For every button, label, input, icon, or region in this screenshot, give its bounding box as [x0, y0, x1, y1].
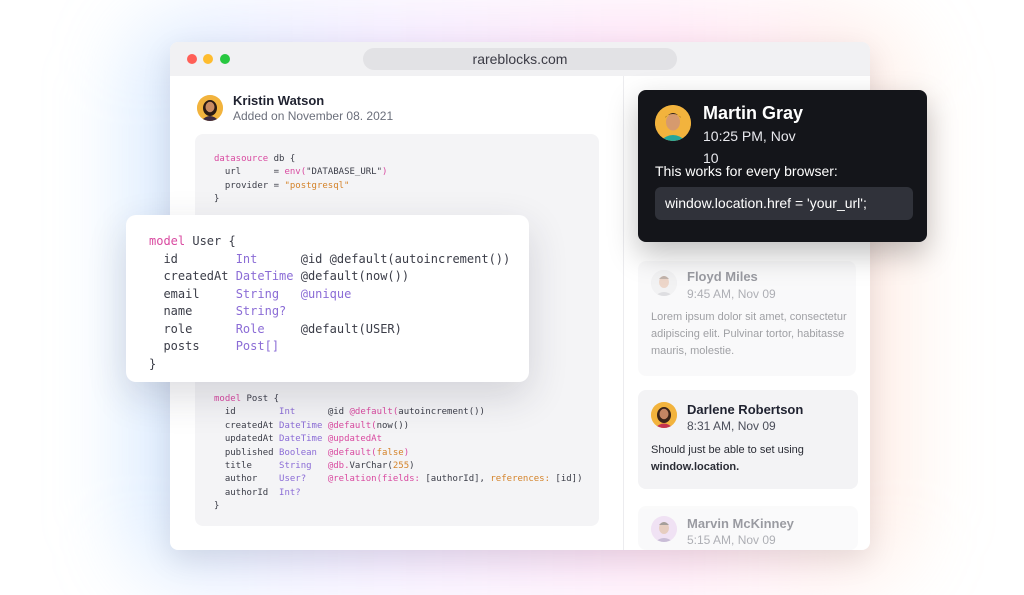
- code-line: role Role @default(USER): [149, 321, 402, 336]
- code-line: url = env("DATABASE_URL"): [214, 167, 388, 178]
- code-line: author User? @relation(fields: [authorId…: [214, 474, 583, 485]
- code-line: createdAt DateTime @default(now()): [149, 269, 410, 283]
- code-line: datasource db {: [214, 154, 296, 164]
- darlene-message: Should just be able to set using window.…: [651, 442, 851, 476]
- post-author-name: Kristin Watson: [233, 93, 325, 108]
- kristin-avatar: [197, 95, 223, 121]
- close-window-button[interactable]: [187, 54, 197, 64]
- darlene-message-code: window.location.: [651, 461, 740, 473]
- maximize-window-button[interactable]: [220, 54, 230, 64]
- code-line: authorId Int?: [214, 487, 301, 498]
- code-line: id Int @id @default(autoincrement()): [214, 407, 485, 418]
- martin-avatar: [655, 105, 691, 141]
- code-line: title String @db.VarChar(255): [214, 461, 415, 472]
- darlene-avatar: [651, 402, 677, 428]
- active-comment-card[interactable]: Martin Gray 10:25 PM, Nov 10 This works …: [638, 90, 927, 242]
- darlene-name: Darlene Robertson: [687, 402, 804, 417]
- marvin-name: Marvin McKinney: [687, 516, 794, 531]
- code-line: updatedAt DateTime @updatedAt: [214, 434, 382, 445]
- martin-message: This works for every browser:: [655, 163, 838, 179]
- code-line: posts Post[]: [149, 339, 280, 353]
- floyd-name: Floyd Miles: [687, 269, 758, 284]
- code-line: model Post {: [214, 394, 280, 404]
- post-model-code: model Post { id Int @id @default(autoinc…: [214, 393, 583, 514]
- code-line: provider = "postgresql": [214, 180, 350, 191]
- comment-card-darlene[interactable]: Darlene Robertson 8:31 AM, Nov 09 Should…: [638, 390, 858, 489]
- comment-card-floyd[interactable]: Floyd Miles 9:45 AM, Nov 09 Lorem ipsum …: [638, 261, 856, 376]
- code-line: }: [214, 194, 220, 205]
- address-bar[interactable]: rareblocks.com: [363, 48, 677, 70]
- pane-divider: [623, 76, 624, 550]
- darlene-time: 8:31 AM, Nov 09: [687, 419, 776, 433]
- browser-titlebar: rareblocks.com: [170, 42, 870, 76]
- floyd-time: 9:45 AM, Nov 09: [687, 287, 776, 301]
- code-line: id Int @id @default(autoincrement()): [149, 251, 511, 266]
- code-line: published Boolean @default(false): [214, 447, 410, 458]
- martin-code-snippet: window.location.href = 'your_url';: [655, 187, 913, 220]
- darlene-message-text: Should just be able to set using: [651, 444, 804, 456]
- code-line: createdAt DateTime @default(now()): [214, 420, 410, 431]
- code-line: }: [149, 356, 157, 371]
- marvin-avatar: [651, 516, 677, 542]
- code-line: model User {: [149, 234, 236, 248]
- minimize-window-button[interactable]: [203, 54, 213, 64]
- datasource-code: datasource db { url = env("DATABASE_URL"…: [214, 153, 387, 207]
- post-date: Added on November 08. 2021: [233, 109, 394, 123]
- martin-name: Martin Gray: [703, 103, 804, 123]
- floyd-message: Lorem ipsum dolor sit amet, consectetur …: [651, 311, 847, 357]
- comment-card-marvin[interactable]: Marvin McKinney 5:15 AM, Nov 09: [638, 506, 858, 550]
- code-line: }: [214, 501, 220, 512]
- user-model-code: model User { id Int @id @default(autoinc…: [149, 233, 510, 373]
- user-model-popup: model User { id Int @id @default(autoinc…: [126, 215, 529, 382]
- code-line: name String?: [149, 304, 287, 318]
- floyd-avatar: [651, 270, 677, 296]
- code-line: email String @unique: [149, 286, 352, 301]
- marvin-time: 5:15 AM, Nov 09: [687, 533, 776, 547]
